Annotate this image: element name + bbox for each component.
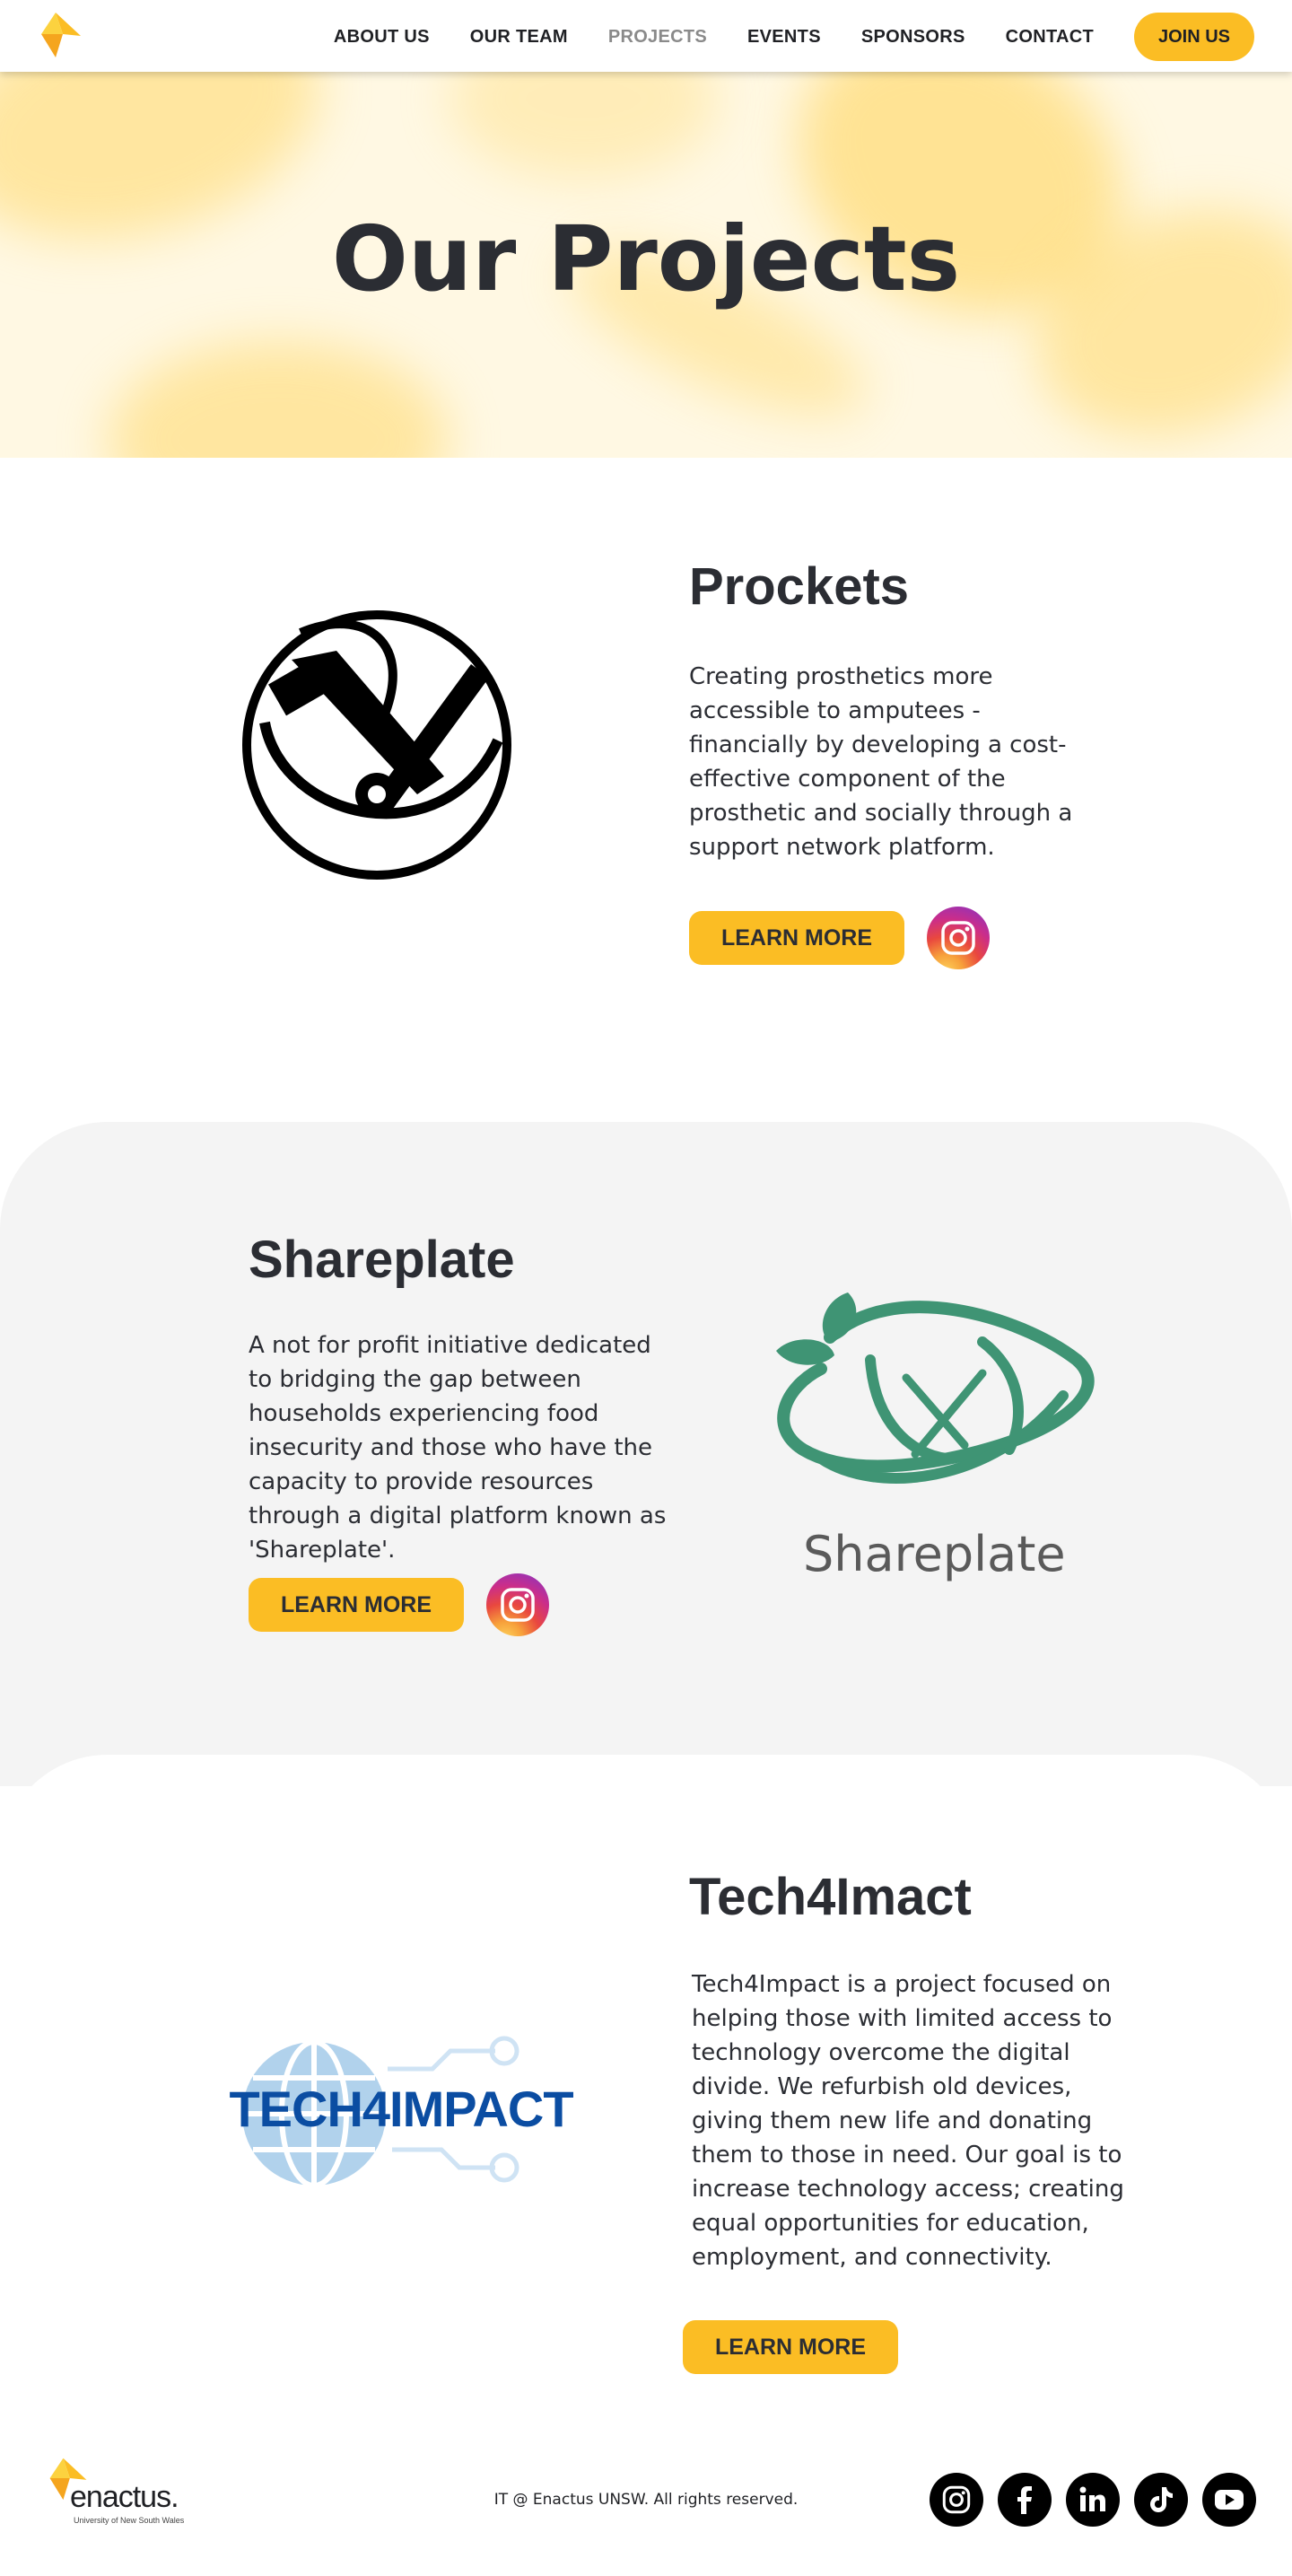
tech4impact-logo: TECH4IMPACT — [208, 2033, 594, 2195]
tiktok-icon[interactable] — [1134, 2473, 1188, 2527]
facebook-icon[interactable] — [998, 2473, 1052, 2527]
page-title: Our Projects — [331, 206, 961, 311]
project-description: A not for profit initiative dedicated to… — [249, 1332, 667, 1564]
nav-events[interactable]: EVENTS — [747, 27, 821, 48]
prockets-logo-icon — [238, 606, 516, 884]
shareplate-logo-icon: Shareplate — [767, 1288, 1099, 1602]
instagram-icon[interactable] — [927, 907, 990, 969]
nav-about-us[interactable]: ABOUT US — [334, 27, 430, 48]
nav-contact[interactable]: CONTACT — [1006, 27, 1094, 48]
nav-sponsors[interactable]: SPONSORS — [861, 27, 965, 48]
hero-banner: Our Projects — [0, 72, 1292, 458]
footer-logo-subtext: University of New South Wales — [74, 2516, 185, 2525]
instagram-icon[interactable] — [486, 1573, 549, 1636]
shareplate-logo-text: Shareplate — [803, 1526, 1066, 1582]
nav-our-team[interactable]: OUR TEAM — [470, 27, 568, 48]
learn-more-button[interactable]: LEARN MORE — [689, 911, 904, 965]
learn-more-button[interactable]: LEARN MORE — [683, 2320, 898, 2374]
hero-blur-shape — [449, 72, 718, 180]
linkedin-icon[interactable] — [1066, 2473, 1120, 2527]
tech4impact-logo-text: TECH4IMPACT — [229, 2081, 573, 2137]
project-description: Tech4Impact is a project focused on help… — [692, 1971, 1124, 2271]
nav-links: ABOUT US OUR TEAM PROJECTS EVENTS SPONSO… — [293, 13, 1254, 61]
youtube-icon[interactable] — [1202, 2473, 1256, 2527]
learn-more-button[interactable]: LEARN MORE — [249, 1578, 464, 1632]
project-section-shareplate: Shareplate A not for profit initiative d… — [0, 1122, 1292, 1786]
instagram-icon[interactable] — [930, 2473, 983, 2527]
footer: enactus. University of New South Wales I… — [0, 2419, 1292, 2576]
project-description: Creating prosthetics more accessible to … — [689, 663, 1073, 861]
nav-projects[interactable]: PROJECTS — [608, 27, 707, 48]
hero-blur-shape — [108, 341, 449, 458]
project-section-prockets: Prockets Creating prosthetics more acces… — [0, 458, 1292, 1149]
enactus-logo-icon[interactable] — [36, 9, 86, 59]
social-links — [915, 2473, 1256, 2527]
join-us-button[interactable]: JOIN US — [1134, 13, 1254, 61]
top-nav: ABOUT US OUR TEAM PROJECTS EVENTS SPONSO… — [0, 0, 1292, 72]
project-title: Shareplate — [249, 1231, 515, 1289]
project-title: Prockets — [689, 557, 910, 616]
project-title: Tech4Imact — [689, 1868, 972, 1926]
project-section-tech4impact: Tech4Imact Tech4Impact is a project focu… — [0, 1755, 1292, 2419]
